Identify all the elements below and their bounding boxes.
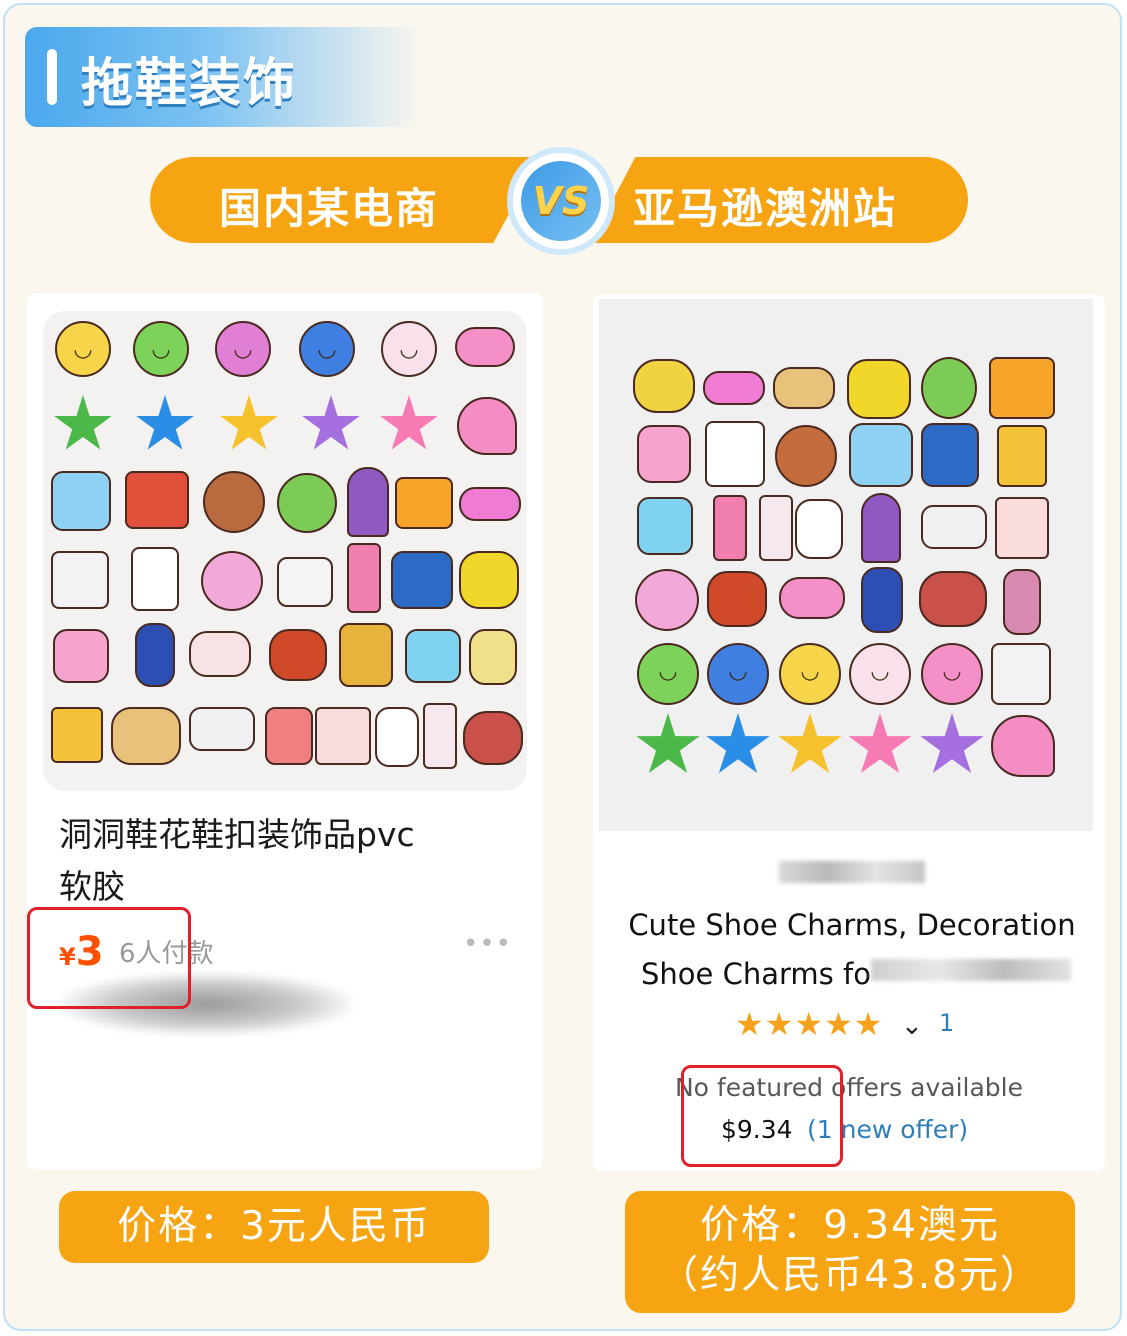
vs-left-label: 国内某电商 <box>219 184 440 233</box>
vs-badge-text: VS <box>532 179 590 223</box>
infographic-frame: 拖鞋装饰 国内某电商 亚马逊澳洲站 VS ◡ ◡ ◡ ◡ ◡ 洞洞鞋花鞋扣装饰品… <box>3 3 1122 1331</box>
rating-count[interactable]: 1 <box>939 1009 954 1037</box>
right-product-title-line1: Cute Shoe Charms, Decoration <box>628 908 1076 942</box>
left-product-card[interactable]: 洞洞鞋花鞋扣装饰品pvc 软胶 ¥3 6人付款 ••• <box>27 293 543 1169</box>
price-highlight-box <box>27 907 191 1009</box>
more-options-icon[interactable]: ••• <box>463 929 512 959</box>
section-header-bar <box>47 49 57 105</box>
right-price-summary-line2: （约人民币43.8元） <box>659 1253 1041 1298</box>
right-price-summary-line1: 价格：9.34澳元 <box>700 1203 1000 1248</box>
right-product-card[interactable]: Cute Shoe Charms, Decoration Shoe Charms… <box>593 295 1105 1171</box>
left-product-title-line1: 洞洞鞋花鞋扣装饰品pvc <box>59 815 415 854</box>
right-product-title[interactable]: Cute Shoe Charms, Decoration Shoe Charms… <box>611 901 1093 999</box>
blurred-brand-name <box>779 861 925 883</box>
left-product-image[interactable] <box>43 311 527 791</box>
left-price-summary: 价格：3元人民币 <box>59 1191 489 1263</box>
price-highlight-box <box>681 1065 843 1167</box>
right-product-image[interactable] <box>599 299 1093 831</box>
blurred-title-text <box>871 959 1071 981</box>
right-price-summary: 价格：9.34澳元 （约人民币43.8元） <box>625 1191 1075 1313</box>
section-header: 拖鞋装饰 <box>25 27 425 127</box>
left-product-title[interactable]: 洞洞鞋花鞋扣装饰品pvc 软胶 <box>59 809 499 913</box>
chevron-down-icon[interactable]: ⌄ <box>901 1011 923 1041</box>
vs-right-label: 亚马逊澳洲站 <box>633 184 898 233</box>
section-title: 拖鞋装饰 <box>81 54 298 114</box>
left-product-title-line2: 软胶 <box>59 867 125 906</box>
vs-badge: VS <box>513 153 609 249</box>
rating-stars-icon[interactable]: ★★★★★ <box>735 1005 883 1043</box>
